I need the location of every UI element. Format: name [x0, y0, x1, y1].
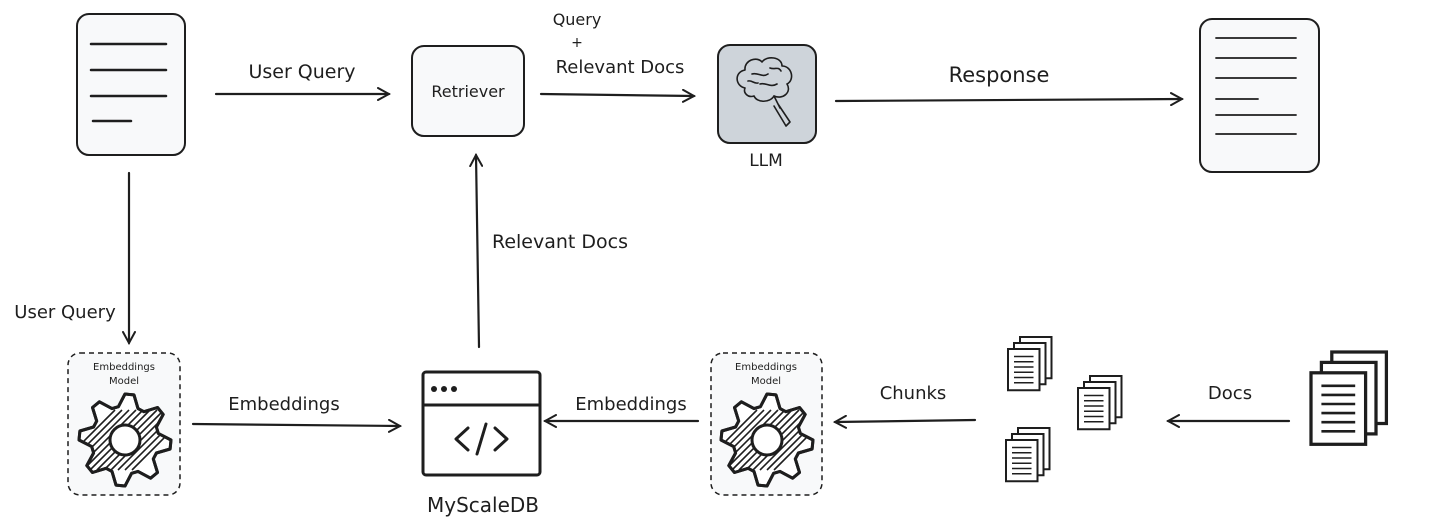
- edge-label-plus: +: [571, 35, 583, 51]
- page-sheet: [1309, 371, 1368, 446]
- embeddings-model-label-line1: Embeddings: [735, 362, 797, 373]
- myscaledb-label: MyScaleDB: [427, 493, 539, 517]
- edge-label-relevant-docs: Relevant Docs: [492, 231, 628, 253]
- query-embeddings-model: Embeddings Model: [67, 352, 181, 496]
- rag-diagram: User Query Retriever Query + Relevant Do…: [14, 10, 1389, 517]
- page-sheet: [1007, 348, 1041, 392]
- user-query-document: [76, 13, 186, 156]
- myscaledb-node: MyScaleDB: [421, 370, 542, 517]
- arrow-retriever-to-llm: [539, 94, 694, 96]
- chunks-document-stacks: [1005, 336, 1123, 483]
- document-stack-icon: [1005, 427, 1051, 483]
- edge-label-embeddings-right: Embeddings: [575, 394, 686, 415]
- edge-label-query: Query: [553, 10, 602, 29]
- embeddings-model-label-line2: Model: [751, 376, 781, 387]
- document-stack-icon: [1077, 375, 1123, 431]
- llm-label: LLM: [749, 151, 783, 171]
- edge-label-relevant-docs-top: Relevant Docs: [556, 57, 685, 78]
- arrow-embeddings-to-db-left: [191, 424, 400, 426]
- edge-label-chunks: Chunks: [880, 383, 947, 404]
- edge-label-user-query-down: User Query: [14, 302, 116, 323]
- document-stack-icon: [1309, 350, 1389, 446]
- arrow-llm-to-response: [834, 99, 1182, 101]
- page-sheet: [1005, 439, 1039, 483]
- edge-label-user-query: User Query: [248, 61, 355, 83]
- response-document: [1199, 18, 1320, 173]
- docs-document-stack: [1309, 350, 1389, 446]
- retriever-label: Retriever: [431, 82, 505, 101]
- embeddings-model-label-line1: Embeddings: [93, 362, 155, 373]
- edge-label-embeddings-left: Embeddings: [228, 394, 339, 415]
- edge-label-response: Response: [949, 63, 1050, 87]
- code-window-icon: [421, 370, 542, 477]
- retriever-node: Retriever: [411, 45, 525, 137]
- docs-embeddings-model: Embeddings Model: [710, 352, 823, 496]
- arrow-chunks-to-embeddings: [835, 420, 977, 422]
- page-sheet: [1077, 387, 1111, 431]
- document-stack-icon: [1007, 336, 1053, 392]
- llm-node: LLM: [717, 44, 817, 171]
- edge-label-docs: Docs: [1208, 383, 1252, 404]
- embeddings-model-label-line2: Model: [109, 376, 139, 387]
- arrow-db-to-retriever: [476, 155, 479, 349]
